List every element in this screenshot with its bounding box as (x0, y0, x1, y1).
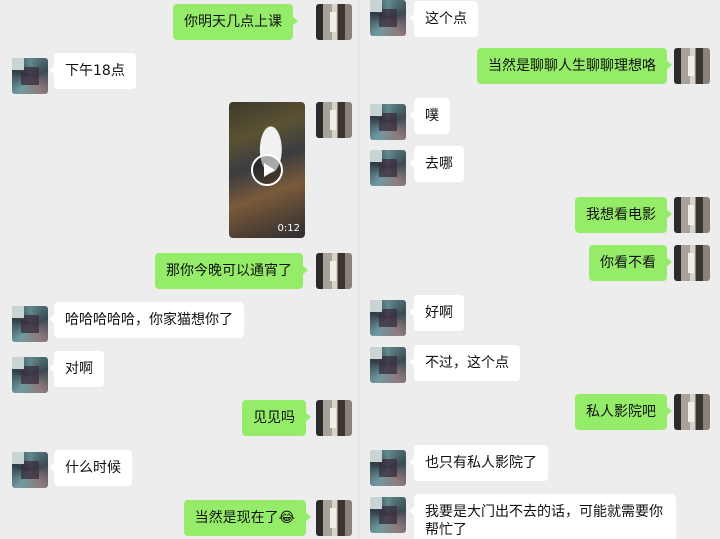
message-bubble-out[interactable]: 那你今晚可以通宵了 (155, 253, 308, 289)
my-avatar[interactable] (316, 500, 352, 536)
friend-avatar[interactable] (370, 150, 406, 186)
message-bubble-in[interactable]: 去哪 (409, 146, 464, 182)
friend-avatar[interactable] (12, 357, 48, 393)
message-text: 你明天几点上课 (184, 14, 282, 30)
message-text: 也只有私人影院了 (425, 455, 537, 471)
message-bubble-in[interactable]: 不过，这个点 (409, 345, 520, 381)
message-bubble-in[interactable]: 对啊 (49, 351, 104, 387)
message-text: 不过，这个点 (425, 355, 509, 371)
message-text: 去哪 (425, 156, 453, 172)
message-text: 好啊 (425, 305, 453, 321)
friend-avatar[interactable] (370, 497, 406, 533)
message-text: 这个点 (425, 11, 467, 27)
message-text: 什么时候 (65, 460, 121, 476)
my-avatar[interactable] (674, 245, 710, 281)
message-text: 你看不看 (600, 255, 656, 271)
message-bubble-in[interactable]: 我要是大门出不去的话，可能就需要你帮忙了 (409, 494, 676, 539)
message-text: 私人影院吧 (586, 404, 656, 420)
friend-avatar[interactable] (12, 306, 48, 342)
friend-avatar[interactable] (12, 452, 48, 488)
chat-pane-left: 你明天几点上课 下午18点 0:12 那你今晚可以通宵了 哈哈哈哈哈，你家猫想你… (0, 0, 360, 539)
my-avatar[interactable] (316, 253, 352, 289)
laughing-emoji-icon: 😂 (278, 510, 295, 526)
my-avatar[interactable] (674, 48, 710, 84)
message-bubble-out[interactable]: 见见吗 (242, 400, 311, 436)
message-bubble-out[interactable]: 私人影院吧 (575, 394, 672, 430)
message-bubble-in[interactable]: 下午18点 (49, 53, 136, 89)
play-icon[interactable] (251, 154, 283, 186)
message-text: 对啊 (65, 361, 93, 377)
message-bubble-out[interactable]: 你看不看 (589, 245, 672, 281)
my-avatar[interactable] (316, 4, 352, 40)
message-bubble-in[interactable]: 好啊 (409, 295, 464, 331)
my-avatar[interactable] (316, 400, 352, 436)
message-text: 那你今晚可以通宵了 (166, 263, 292, 279)
video-message[interactable]: 0:12 (229, 102, 305, 238)
message-text: 见见吗 (253, 410, 295, 426)
message-text: 我想看电影 (586, 207, 656, 223)
my-avatar[interactable] (674, 394, 710, 430)
message-text: 当然是聊聊人生聊聊理想咯 (488, 58, 656, 74)
message-text: 下午18点 (65, 63, 125, 79)
friend-avatar[interactable] (370, 450, 406, 486)
friend-avatar[interactable] (370, 0, 406, 36)
message-bubble-out[interactable]: 我想看电影 (575, 197, 672, 233)
friend-avatar[interactable] (370, 300, 406, 336)
friend-avatar[interactable] (370, 104, 406, 140)
my-avatar[interactable] (674, 197, 710, 233)
friend-avatar[interactable] (12, 58, 48, 94)
message-text: 我要是大门出不去的话，可能就需要你帮忙了 (425, 504, 663, 538)
message-bubble-out[interactable]: 你明天几点上课 (173, 4, 298, 40)
video-duration: 0:12 (277, 223, 300, 234)
my-avatar[interactable] (316, 102, 352, 138)
message-bubble-out[interactable]: 当然是现在了😂 (183, 500, 312, 536)
message-bubble-in[interactable]: 也只有私人影院了 (409, 445, 548, 481)
message-bubble-out[interactable]: 当然是聊聊人生聊聊理想咯 (477, 48, 672, 84)
message-text: 哈哈哈哈哈，你家猫想你了 (65, 312, 233, 328)
message-text: 当然是现在了 (194, 510, 279, 526)
message-text: 噗 (425, 108, 439, 124)
message-bubble-in[interactable]: 哈哈哈哈哈，你家猫想你了 (49, 302, 244, 338)
message-bubble-in[interactable]: 这个点 (409, 1, 478, 37)
message-bubble-in[interactable]: 什么时候 (49, 450, 132, 486)
message-bubble-in[interactable]: 噗 (409, 98, 450, 134)
friend-avatar[interactable] (370, 347, 406, 383)
chat-pane-right: 这个点 当然是聊聊人生聊聊理想咯 噗 去哪 我想看电影 你看不看 好啊 不过，这… (360, 0, 720, 539)
